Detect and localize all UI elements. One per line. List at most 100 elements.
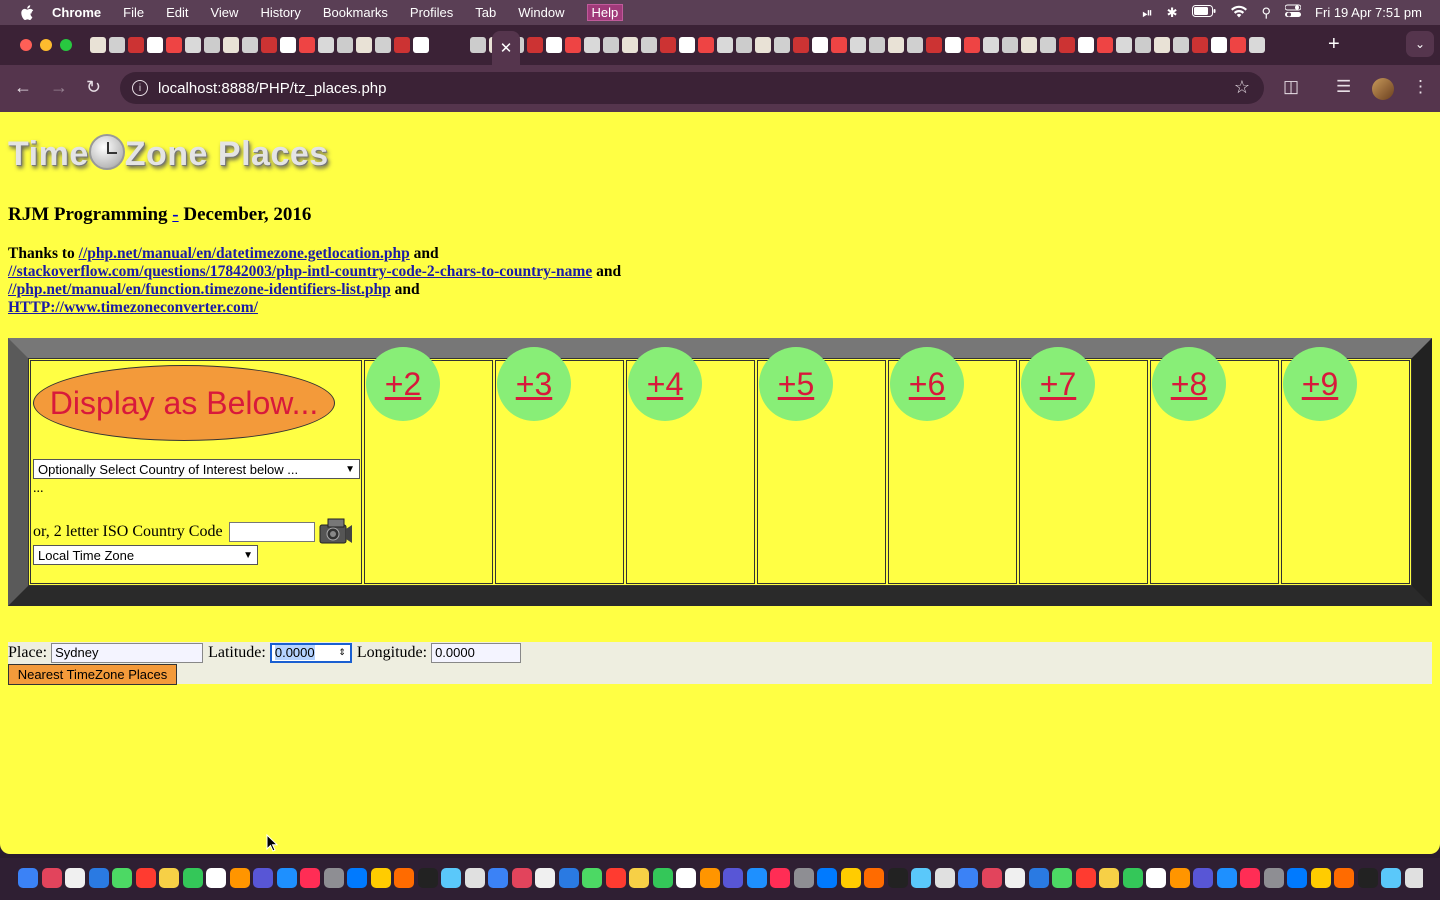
dock-app-icon[interactable]	[1263, 868, 1284, 888]
tab-favicon-icon[interactable]	[755, 37, 771, 53]
credit-link-timezoneconverter[interactable]: HTTP://www.timezoneconverter.com/	[8, 299, 258, 316]
offset-link[interactable]: +6	[890, 347, 964, 421]
camera-icon[interactable]	[318, 517, 352, 547]
tab-favicon-icon[interactable]	[1135, 37, 1151, 53]
dock-app-icon[interactable]	[511, 868, 532, 888]
back-arrow-icon[interactable]: ←	[14, 77, 32, 98]
tab-favicon-icon[interactable]	[109, 37, 125, 53]
dock-app-icon[interactable]	[1146, 868, 1166, 888]
dock-app-icon[interactable]	[1216, 868, 1237, 888]
tab-favicon-icon[interactable]	[413, 37, 429, 53]
place-input[interactable]	[51, 642, 204, 663]
dock-app-icon[interactable]	[1287, 868, 1307, 888]
tab-favicon-icon[interactable]	[1116, 37, 1132, 53]
dock-app-icon[interactable]	[1334, 868, 1354, 888]
close-window-button[interactable]	[20, 39, 32, 51]
wifi-icon[interactable]	[1230, 5, 1248, 21]
dock-app-icon[interactable]	[1122, 868, 1143, 888]
stepper-icon[interactable]: ⇕	[338, 647, 346, 658]
tab-favicon-icon[interactable]	[337, 37, 353, 53]
tab-search-button[interactable]: ⌄	[1406, 31, 1434, 57]
tab-favicon-icon[interactable]	[793, 37, 809, 53]
menu-window[interactable]: Window	[518, 5, 564, 20]
menu-app-chrome[interactable]: Chrome	[52, 5, 101, 20]
dock-app-icon[interactable]	[229, 868, 250, 888]
dock-app-icon[interactable]	[441, 868, 461, 888]
dock-app-icon[interactable]	[1357, 868, 1378, 888]
battery-icon[interactable]	[1191, 5, 1216, 20]
tab-favicon-icon[interactable]	[660, 37, 676, 53]
dock-app-icon[interactable]	[582, 868, 602, 888]
tab-favicon-icon[interactable]	[850, 37, 866, 53]
play-status-icon[interactable]: ⏯	[1142, 5, 1152, 21]
dock-app-icon[interactable]	[723, 868, 743, 888]
latitude-input[interactable]: 0.0000 ⇕	[269, 642, 352, 663]
tab-favicon-icon[interactable]	[869, 37, 885, 53]
tab-favicon-icon[interactable]	[736, 37, 752, 53]
tab-favicon-icon[interactable]	[945, 37, 961, 53]
tab-favicon-icon[interactable]	[603, 37, 619, 53]
dock-app-icon[interactable]	[182, 868, 203, 888]
dock-app-icon[interactable]	[958, 868, 978, 888]
menu-bookmarks[interactable]: Bookmarks	[323, 5, 388, 20]
dock-app-icon[interactable]	[347, 868, 367, 888]
country-select[interactable]: Optionally Select Country of Interest be…	[33, 459, 360, 479]
tab-favicon-icon[interactable]	[565, 37, 581, 53]
nearest-timezone-places-button[interactable]: Nearest TimeZone Places	[8, 664, 177, 685]
close-tab-icon[interactable]: ✕	[500, 39, 513, 57]
dock-app-icon[interactable]	[652, 868, 673, 888]
dock-app-icon[interactable]	[88, 868, 109, 888]
offset-link[interactable]: +5	[759, 347, 833, 421]
menu-tab[interactable]: Tab	[475, 5, 496, 20]
tab-favicon-icon[interactable]	[299, 37, 315, 53]
spotlight-search-icon[interactable]: ⚲	[1262, 5, 1272, 21]
dock-app-icon[interactable]	[417, 868, 438, 888]
tab-favicon-icon[interactable]	[964, 37, 980, 53]
tab-favicon-icon[interactable]	[394, 37, 410, 53]
tab-favicon-icon[interactable]	[622, 37, 638, 53]
address-bar[interactable]: i localhost:8888/PHP/tz_places.php ☆	[120, 72, 1264, 104]
tab-favicon-icon[interactable]	[1059, 37, 1075, 53]
dock-app-icon[interactable]	[464, 868, 485, 888]
dock-app-icon[interactable]	[934, 868, 955, 888]
offset-link[interactable]: +4	[628, 347, 702, 421]
menu-help[interactable]: Help	[586, 4, 624, 21]
tab-favicon-icon[interactable]	[1192, 37, 1208, 53]
menubar-clock[interactable]: Fri 19 Apr 7:51 pm	[1315, 5, 1422, 20]
dock-app-icon[interactable]	[1005, 868, 1025, 888]
offset-link[interactable]: +2	[366, 347, 440, 421]
offset-link[interactable]: +7	[1021, 347, 1095, 421]
tab-favicon-icon[interactable]	[1078, 37, 1094, 53]
credit-link-timezone-identifiers[interactable]: //php.net/manual/en/function.timezone-id…	[8, 281, 391, 298]
dock-app-icon[interactable]	[911, 868, 931, 888]
dock-app-icon[interactable]	[558, 868, 579, 888]
dock-app-icon[interactable]	[1404, 868, 1423, 888]
tab-favicon-icon[interactable]	[185, 37, 201, 53]
dock-app-icon[interactable]	[535, 868, 555, 888]
tab-favicon-icon[interactable]	[90, 37, 106, 53]
tab-favicon-icon[interactable]	[1249, 37, 1265, 53]
dock-app-icon[interactable]	[159, 868, 179, 888]
credit-link-datetimezone[interactable]: //php.net/manual/en/datetimezone.getloca…	[79, 245, 410, 262]
tab-favicon-icon[interactable]	[774, 37, 790, 53]
tab-favicon-icon[interactable]	[907, 37, 923, 53]
tab-favicon-icon[interactable]	[1154, 37, 1170, 53]
offset-link[interactable]: +3	[497, 347, 571, 421]
tab-favicon-icon[interactable]	[356, 37, 372, 53]
tab-favicon-icon[interactable]	[584, 37, 600, 53]
tab-favicon-icon[interactable]	[1173, 37, 1189, 53]
media-controls-icon[interactable]: ☰	[1336, 77, 1351, 97]
dock-app-icon[interactable]	[394, 868, 414, 888]
dock-app-icon[interactable]	[629, 868, 649, 888]
tab-favicon-icon[interactable]	[470, 37, 486, 53]
longitude-input[interactable]	[431, 642, 522, 663]
tab-favicon-icon[interactable]	[1021, 37, 1037, 53]
active-tab[interactable]: ✕	[492, 31, 520, 65]
timezone-select[interactable]: Local Time Zone ▼	[33, 545, 258, 565]
tab-favicon-icon[interactable]	[698, 37, 714, 53]
tab-favicon-icon[interactable]	[983, 37, 999, 53]
tab-favicon-icon[interactable]	[147, 37, 163, 53]
dock-app-icon[interactable]	[1381, 868, 1401, 888]
pinned-tabs[interactable]	[90, 37, 1320, 53]
tab-favicon-icon[interactable]	[1211, 37, 1227, 53]
